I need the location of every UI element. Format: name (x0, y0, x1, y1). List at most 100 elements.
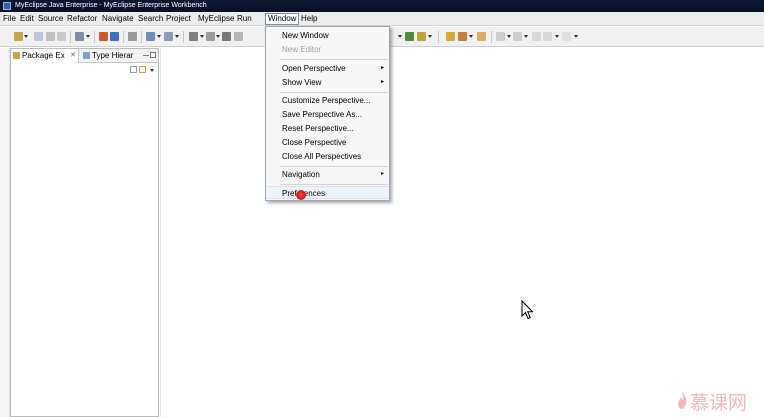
open-resource-dropdown-arrow-icon[interactable] (469, 35, 473, 38)
menu-item-close-all-perspectives[interactable]: Close All Perspectives (266, 150, 389, 163)
window-menu-dropdown: New Window New Editor Open Perspective ▸ … (265, 26, 390, 201)
watermark-flame-icon (678, 391, 687, 409)
previous-annotation-dropdown-arrow-icon[interactable] (524, 35, 528, 38)
print-icon[interactable] (57, 32, 66, 41)
toolbar-separator (123, 31, 124, 43)
build-dropdown-arrow-icon[interactable] (216, 35, 220, 38)
menu-run[interactable]: Run (235, 13, 254, 25)
menu-source[interactable]: Source (36, 13, 65, 25)
toolbar-separator (141, 31, 142, 43)
menu-item-open-perspective[interactable]: Open Perspective ▸ (266, 62, 389, 75)
collapse-all-icon[interactable] (130, 66, 137, 73)
save-icon[interactable] (34, 32, 43, 41)
open-resource-icon[interactable] (458, 32, 467, 41)
toolbar-separator (183, 31, 184, 43)
menu-item-show-view[interactable]: Show View ▸ (266, 76, 389, 89)
save-all-icon[interactable] (46, 32, 55, 41)
tab-label: Package Ex (22, 51, 65, 60)
toolbar-separator (94, 31, 95, 43)
close-icon[interactable]: ✕ (70, 49, 76, 63)
menu-item-preferences[interactable]: Preferences (266, 186, 389, 199)
maximize-icon[interactable] (150, 52, 156, 58)
window-title: MyEclipse Java Enterprise - MyEclipse En… (15, 2, 207, 9)
menu-project[interactable]: Project (164, 13, 193, 25)
menu-item-reset-perspective[interactable]: Reset Perspective... (266, 122, 389, 135)
menu-separator (280, 92, 388, 93)
menu-refactor[interactable]: Refactor (65, 13, 99, 25)
back-dropdown-arrow-icon[interactable] (555, 35, 559, 38)
external-tools-dropdown-arrow-icon[interactable] (200, 35, 204, 38)
menu-help[interactable]: Help (299, 13, 319, 25)
tab-label: Type Hierar (92, 51, 134, 60)
watermark-text: 慕课网 (690, 392, 748, 414)
view-menu-icon[interactable] (150, 69, 154, 72)
menu-myeclipse[interactable]: MyEclipse (196, 13, 236, 25)
click-highlight-icon (296, 190, 306, 200)
menu-item-label: Customize Perspective... (282, 96, 371, 105)
menu-separator (280, 184, 388, 185)
new-dropdown-arrow-icon[interactable] (24, 35, 28, 38)
toolbar-misc-icon[interactable] (234, 32, 243, 41)
run-config-icon[interactable] (164, 32, 173, 41)
console-icon[interactable] (128, 32, 137, 41)
menu-item-new-window[interactable]: New Window (266, 29, 389, 42)
type-hierarchy-icon (83, 52, 90, 59)
menu-item-close-perspective[interactable]: Close Perspective (266, 136, 389, 149)
minimize-icon[interactable] (143, 55, 149, 57)
editor-area (160, 48, 764, 417)
next-annotation-icon[interactable] (496, 32, 505, 41)
menu-separator (280, 59, 388, 60)
deploy-dropdown-arrow-icon[interactable] (86, 35, 90, 38)
tool-dropdown-arrow-icon[interactable] (398, 35, 402, 38)
browser-icon[interactable] (110, 32, 119, 41)
next-annotation-dropdown-arrow-icon[interactable] (507, 35, 511, 38)
menu-item-customize-perspective[interactable]: Customize Perspective... (266, 94, 389, 107)
tab-package-explorer[interactable]: Package Ex ✕ (11, 49, 79, 63)
toolbar-separator (438, 31, 439, 43)
previous-annotation-icon[interactable] (513, 32, 522, 41)
tab-type-hierarchy[interactable]: Type Hierar (81, 49, 141, 63)
menu-item-label: New Window (282, 31, 329, 40)
menu-item-save-perspective-as[interactable]: Save Perspective As... (266, 108, 389, 121)
view-tab-strip: Package Ex ✕ Type Hierar (11, 49, 158, 63)
mouse-cursor-icon (521, 300, 534, 320)
forward-dropdown-arrow-icon[interactable] (574, 35, 578, 38)
forward-icon[interactable] (562, 32, 571, 41)
menu-item-label: Show View (282, 78, 322, 87)
back-icon[interactable] (543, 32, 552, 41)
title-bar: MyEclipse Java Enterprise - MyEclipse En… (0, 0, 764, 12)
stop-icon[interactable] (222, 32, 231, 41)
external-tools-icon[interactable] (189, 32, 198, 41)
run-config-dropdown-arrow-icon[interactable] (175, 35, 179, 38)
link-with-editor-icon[interactable] (139, 66, 146, 73)
debug-dropdown-arrow-icon[interactable] (157, 35, 161, 38)
menu-file[interactable]: File (1, 13, 18, 25)
package-explorer-icon (13, 52, 20, 59)
new-package-dropdown-arrow-icon[interactable] (428, 35, 432, 38)
deploy-icon[interactable] (75, 32, 84, 41)
search-icon[interactable] (477, 32, 486, 41)
build-icon[interactable] (206, 32, 215, 41)
new-package-icon[interactable] (417, 32, 426, 41)
menu-item-label: Reset Perspective... (282, 124, 354, 133)
menu-search[interactable]: Search (136, 13, 165, 25)
debug-icon[interactable] (146, 32, 155, 41)
open-type-icon[interactable] (446, 32, 455, 41)
toolbar-separator (70, 31, 71, 43)
new-icon[interactable] (14, 32, 23, 41)
server-icon[interactable] (99, 32, 108, 41)
menu-item-label: Save Perspective As... (282, 110, 363, 119)
menu-item-label: Navigation (282, 170, 320, 179)
last-edit-location-icon[interactable] (532, 32, 541, 41)
view-toolbar (11, 63, 158, 75)
menu-window[interactable]: Window (265, 13, 300, 25)
menu-edit[interactable]: Edit (18, 13, 36, 25)
new-java-project-icon[interactable] (405, 32, 414, 41)
package-explorer-view: Package Ex ✕ Type Hierar (10, 48, 159, 417)
menu-separator (280, 166, 388, 167)
menu-navigate[interactable]: Navigate (100, 13, 136, 25)
menu-item-new-editor: New Editor (266, 43, 389, 56)
menu-item-label: Close Perspective (282, 138, 347, 147)
menu-item-label: Close All Perspectives (282, 152, 362, 161)
menu-item-navigation[interactable]: Navigation ▸ (266, 168, 389, 181)
